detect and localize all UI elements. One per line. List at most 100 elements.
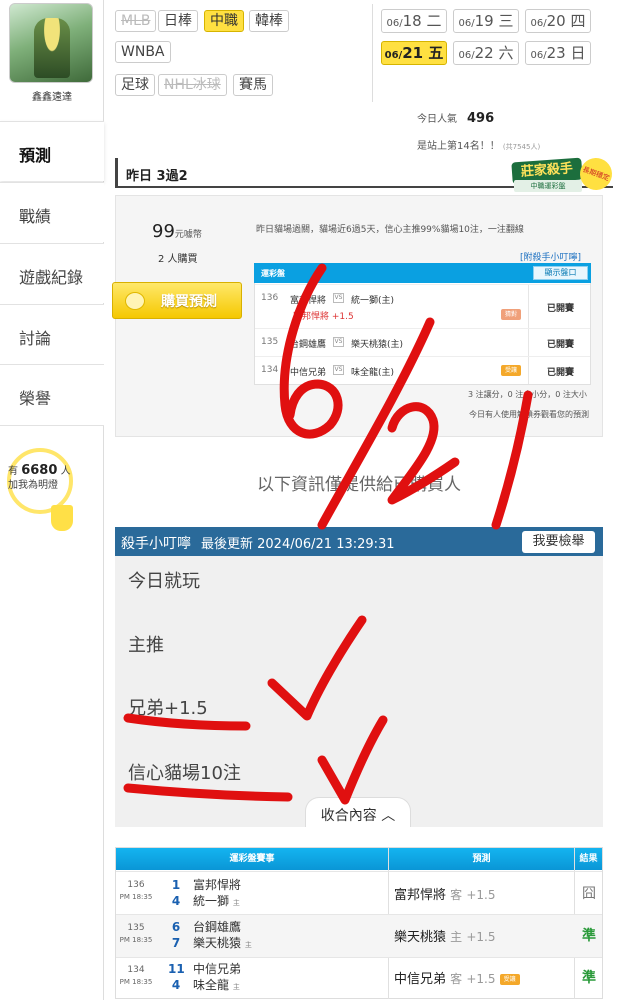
home-marker: 主 [244, 941, 252, 949]
away-team: 台鋼雄鷹 [193, 920, 242, 934]
price-currency: 元噱幣 [174, 230, 202, 240]
teams: 富邦悍將 統一獅 主 [193, 877, 241, 911]
results-header-pick: 預測 [389, 848, 574, 870]
game-status: 已開賽 [547, 368, 575, 378]
lamp-count: 6680 [21, 463, 58, 478]
home-team: 味全龍 [193, 978, 230, 992]
result-mark: 囧 [582, 886, 596, 902]
table-row [116, 914, 602, 957]
row-time: PM 18:35 [119, 936, 153, 944]
league-npb[interactable]: 日棒 [158, 10, 198, 32]
league-soccer[interactable]: 足球 [115, 74, 155, 96]
nav-item-game-log[interactable]: 遊戲紀錄 [0, 243, 104, 303]
avatar[interactable] [9, 3, 93, 83]
tips-title: 殺手小叮嚀 [121, 536, 191, 552]
buy-label: 購買預測 [161, 294, 217, 310]
collapse-button[interactable]: 收合內容 ︿ [305, 797, 411, 827]
date-month: 06/ [530, 18, 547, 29]
date-0620[interactable]: 06/20 四 [525, 9, 591, 33]
nav-item-discussion[interactable]: 討論 [0, 304, 104, 364]
vs-icon: VS [333, 365, 344, 375]
home-marker: 主 [232, 899, 240, 907]
tips-line: 今日就玩 [128, 571, 200, 592]
home-team: 味全龍(主) [351, 368, 395, 378]
league-cpbl[interactable]: 中職 [204, 10, 244, 32]
date-0623[interactable]: 06/23 日 [525, 41, 591, 65]
nav-item-honors[interactable]: 榮譽 [0, 364, 104, 426]
follow-lamp[interactable]: 有 6680 人 加我為明燈 [8, 464, 78, 493]
tips-line: 主推 [128, 635, 164, 656]
away-team: 富邦悍將 [193, 878, 242, 892]
game-status: 已開賽 [547, 304, 575, 314]
table-row [116, 871, 602, 914]
date-dow: 日 [570, 44, 586, 62]
rank-text: 是站上第14名！！ [417, 141, 500, 152]
away-team: 富邦悍將 [290, 296, 327, 306]
date-dow: 二 [426, 12, 442, 30]
sidebar: 鑫鑫遠達 預測 戰績 遊戲紀錄 討論 榮譽 有 6680 人 加我為明燈 [0, 0, 104, 1000]
pick-side: 客 [450, 972, 463, 986]
row-time: PM 18:35 [119, 978, 153, 986]
preview-row: 134 中信兄弟 VS 味全龍(主) 受讓 已開賽 [255, 356, 590, 384]
nav-item-predictions[interactable]: 預測 [0, 121, 104, 181]
game-no: 136 [261, 293, 279, 303]
date-dow: 六 [498, 44, 514, 62]
preview-row: 136 富邦悍將 VS 統一獅(主) 富邦悍將 +1.5 猜對 已開賽 [255, 284, 590, 328]
home-score: 4 [171, 978, 181, 992]
pick-tag: 受讓 [499, 974, 520, 985]
away-score: 6 [171, 920, 181, 934]
popularity-label: 今日人氣 [417, 114, 457, 125]
game-no: 135 [261, 337, 279, 347]
away-team: 台鋼雄鷹 [290, 340, 327, 350]
date-month: 06/ [458, 18, 475, 29]
league-horse[interactable]: 賽馬 [233, 74, 273, 96]
pick-team: 中信兄弟 [394, 972, 447, 987]
scores: 11 4 [168, 961, 185, 993]
badge-subtitle: 中職運彩盤 [514, 180, 582, 192]
home-team: 樂天桃猿(主) [351, 340, 404, 350]
lamp-caption: 加我為明燈 [8, 480, 58, 491]
lightbulb-base-icon [51, 505, 73, 531]
away-score: 11 [168, 962, 185, 976]
home-score: 7 [171, 936, 181, 950]
pick-side: 客 [450, 888, 463, 902]
show-odds-button[interactable]: 顯示盤口 [533, 266, 588, 280]
killer-badge: 莊家殺手 中職運彩盤 長期穩定 [511, 153, 617, 195]
nav-item-record[interactable]: 戰績 [0, 182, 104, 242]
report-button[interactable]: 我要檢舉 [522, 531, 595, 553]
league-wnba[interactable]: WNBA [115, 41, 171, 63]
date-day: 21 [402, 44, 424, 62]
league-mlb[interactable]: MLB [115, 10, 157, 32]
vs-icon: VS [333, 337, 344, 347]
bet-stats: 3 注讓分，0 注大小分，0 注大小 [468, 390, 587, 399]
league-nhl[interactable]: NHL冰球 [158, 74, 227, 96]
result-mark: 準 [582, 970, 596, 986]
date-0621[interactable]: 06/21 五 [381, 41, 447, 65]
pick-line: +1.5 [466, 972, 496, 986]
row-time: PM 18:35 [119, 893, 153, 901]
date-0619[interactable]: 06/19 三 [453, 9, 519, 33]
scores: 14 [168, 877, 184, 909]
lamp-prefix: 有 [8, 466, 18, 477]
collapse-label: 收合內容 [320, 808, 377, 824]
filter-divider [372, 4, 373, 102]
away-team: 中信兄弟 [290, 368, 327, 378]
table-row [116, 957, 602, 1000]
tips-line: 信心貓場10注 [128, 763, 241, 784]
league-kbo[interactable]: 韓棒 [249, 10, 289, 32]
date-0622[interactable]: 06/22 六 [453, 41, 519, 65]
username: 鑫鑫遠達 [32, 92, 72, 103]
unlock-note: 今日有人使用解鎖券觀看您的預測 [469, 410, 589, 419]
chevron-up-icon: ︿ [381, 808, 396, 824]
date-0618[interactable]: 06/18 二 [381, 9, 447, 33]
row-no: 135 [127, 923, 145, 933]
date-month: 06/ [458, 50, 475, 61]
yesterday-title: 昨日 3過2 [126, 169, 188, 184]
buy-prediction-button[interactable]: 購買預測 [112, 282, 242, 319]
price: 99元噱幣 [152, 221, 202, 242]
away-team: 中信兄弟 [193, 962, 242, 976]
tips-link[interactable]: [附殺手小叮嚀] [520, 250, 581, 263]
preview-row: 135 台鋼雄鷹 VS 樂天桃猿(主) 已開賽 [255, 328, 590, 356]
offer-description: 昨日貓場過關，貓場近6過5天，信心主推99%貓場10注，一注翻線 [256, 225, 524, 235]
site-rank: 是站上第14名！！ (共7545人) [417, 137, 540, 152]
